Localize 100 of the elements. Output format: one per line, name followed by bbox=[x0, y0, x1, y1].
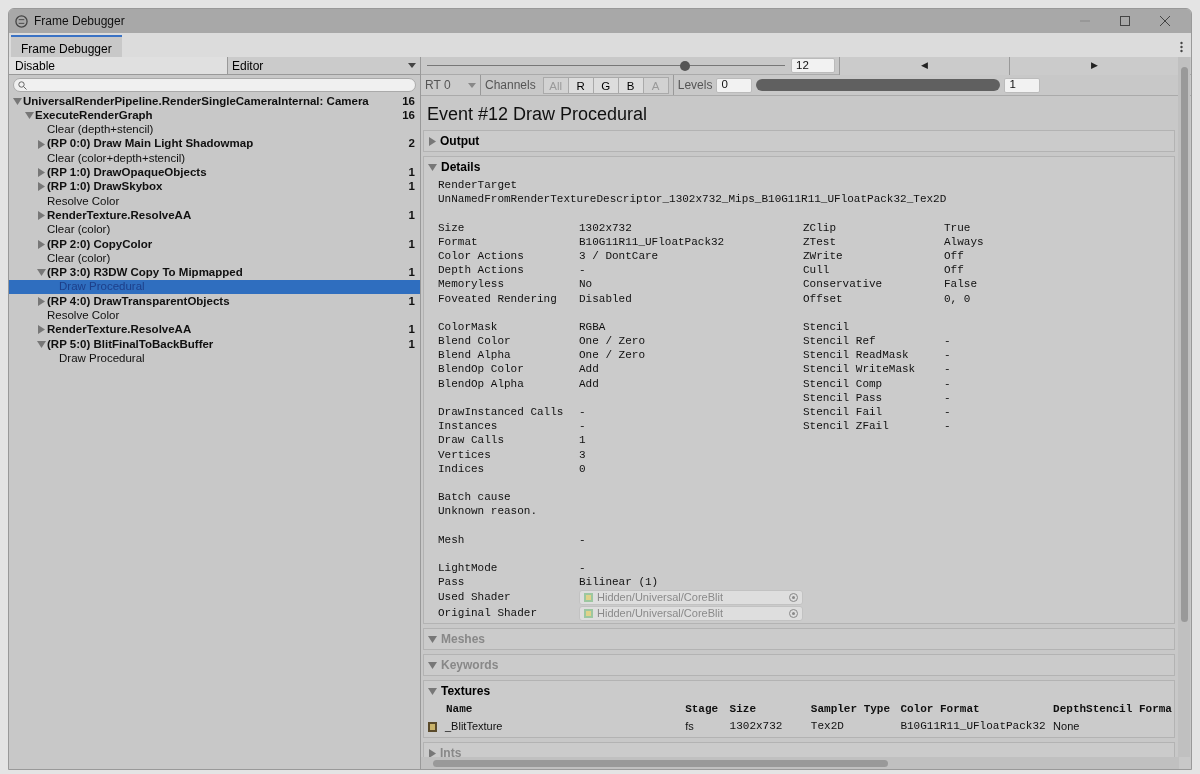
detail-text: Unknown reason. bbox=[438, 504, 538, 519]
tree-item[interactable]: RenderTexture.ResolveAA 1 bbox=[9, 322, 420, 338]
channel-toggle[interactable]: B bbox=[617, 76, 644, 94]
expanded-arrow-icon[interactable] bbox=[36, 340, 46, 348]
collapsed-arrow-icon bbox=[429, 748, 436, 757]
tree-item[interactable]: (RP 0:0) Draw Main Light Shadowmap 2 bbox=[9, 136, 420, 152]
detail-value: One / Zero bbox=[579, 348, 645, 363]
detail-value: 0, 0 bbox=[944, 291, 971, 306]
detail-value: - bbox=[944, 405, 951, 420]
detail-value: Off bbox=[944, 248, 964, 264]
tree-item[interactable]: UniversalRenderPipeline.RenderSingleCameraInternal: Camera 16 bbox=[9, 94, 420, 109]
tree-item[interactable]: Draw Procedural bbox=[9, 351, 420, 366]
detail-value: 3 bbox=[579, 447, 586, 462]
tree-item[interactable]: (RP 3:0) R3DW Copy To Mipmapped 1 bbox=[9, 265, 420, 280]
app-icon bbox=[15, 14, 28, 28]
detail-label: Used Shader bbox=[438, 590, 512, 605]
tree-item[interactable]: Clear (depth+stencil) bbox=[9, 122, 420, 137]
more-icon[interactable] bbox=[1180, 41, 1183, 53]
vertical-scrollbar[interactable] bbox=[1178, 57, 1190, 757]
column-header: Color Format bbox=[899, 702, 981, 718]
detail-value: UnNamedFromRenderTextureDescriptor_1302x732_Mips_B10G11R11_UFloatPack32_Tex2D bbox=[438, 193, 947, 206]
event-number-field[interactable]: 12 bbox=[791, 58, 835, 73]
tree-item[interactable]: ExecuteRenderGraph 16 bbox=[9, 108, 420, 123]
collapsed-arrow-icon[interactable] bbox=[37, 211, 45, 220]
detail-label: Memoryless bbox=[438, 277, 505, 292]
column-header: DepthStencil Forma bbox=[1052, 702, 1173, 718]
tree-item[interactable]: Clear (color+depth+stencil) bbox=[9, 151, 420, 166]
channels-label: Channels bbox=[484, 77, 537, 94]
tree-item[interactable]: (RP 1:0) DrawOpaqueObjects 1 bbox=[9, 165, 420, 180]
caret-icon bbox=[468, 82, 476, 88]
tree-item[interactable]: (RP 5:0) BlitFinalToBackBuffer 1 bbox=[9, 337, 420, 352]
expanded-arrow-icon[interactable] bbox=[36, 269, 46, 277]
detail-label: ColorMask bbox=[438, 319, 499, 335]
collapsed-arrow-icon[interactable] bbox=[37, 325, 45, 335]
tree-item[interactable]: (RP 4:0) DrawTransparentObjects 1 bbox=[9, 294, 420, 309]
detail-text: Stencil bbox=[803, 319, 850, 335]
table-cell-text: B10G11R11_UFloatPack32 bbox=[899, 718, 1047, 734]
shader-icon bbox=[584, 608, 593, 618]
column-header: Size bbox=[728, 702, 757, 718]
tree-item[interactable]: (RP 2:0) CopyColor 1 bbox=[9, 236, 420, 252]
collapsed-arrow-icon[interactable] bbox=[37, 239, 45, 249]
tree-item[interactable]: Clear (color) bbox=[9, 222, 420, 237]
detail-label: Format bbox=[438, 234, 479, 249]
tree-item[interactable]: (RP 1:0) DrawSkybox 1 bbox=[9, 179, 420, 195]
detail-label: LightMode bbox=[438, 561, 499, 576]
texture-icon bbox=[428, 722, 437, 733]
detail-label: Stencil ZFail bbox=[803, 419, 890, 434]
toggle-button[interactable]: Disable bbox=[9, 57, 228, 74]
section-header[interactable]: Details bbox=[424, 157, 1174, 177]
detail-label: BlendOp Alpha bbox=[438, 376, 525, 391]
tree-item[interactable]: Resolve Color bbox=[9, 308, 420, 323]
collapsed-arrow-icon[interactable] bbox=[37, 296, 45, 306]
maximize-icon bbox=[1120, 16, 1130, 26]
detail-text: Batch cause bbox=[438, 490, 511, 505]
detail-value: - bbox=[944, 376, 951, 391]
detail-value: Add bbox=[579, 362, 599, 377]
detail-label: Depth Actions bbox=[438, 263, 525, 278]
tree-item[interactable]: RenderTexture.ResolveAA 1 bbox=[9, 208, 420, 223]
levels-max-field[interactable]: 1 bbox=[1004, 77, 1041, 93]
detail-value: - bbox=[579, 263, 586, 278]
table-cell-text: 1302x732 bbox=[728, 718, 784, 734]
tab[interactable]: Frame Debugger bbox=[11, 35, 122, 57]
detail-value: False bbox=[944, 277, 977, 292]
section-header[interactable]: Output bbox=[424, 131, 1174, 151]
tree-item[interactable]: Clear (color) bbox=[9, 251, 420, 266]
channel-toggle[interactable]: R bbox=[567, 76, 594, 94]
detail-label: BlendOp Color bbox=[438, 362, 525, 377]
detail-label: Stencil Comp bbox=[803, 376, 884, 391]
detail-label: Cull bbox=[803, 263, 831, 278]
table-cell-text: fs bbox=[684, 718, 695, 734]
detail-value: - bbox=[944, 334, 951, 349]
detail-label: Mesh bbox=[438, 532, 466, 547]
detail-value: Bilinear (1) bbox=[579, 575, 659, 590]
detail-label: Offset bbox=[803, 291, 844, 306]
horizontal-scrollbar[interactable] bbox=[421, 757, 1179, 769]
table-cell: _BlitTexture bbox=[426, 717, 684, 735]
collapsed-arrow-icon[interactable] bbox=[37, 139, 45, 149]
column-header: Stage bbox=[684, 702, 720, 718]
detail-value: 3 / DontCare bbox=[579, 248, 659, 264]
detail-label: Blend Color bbox=[438, 334, 512, 349]
detail-value: B10G11R11_UFloatPack32 bbox=[579, 234, 725, 249]
detail-label: DrawInstanced Calls bbox=[438, 405, 565, 420]
detail-label: Color Actions bbox=[438, 248, 525, 264]
detail-label: Indices bbox=[438, 461, 486, 476]
detail-label: ZWrite bbox=[803, 248, 844, 264]
close-icon bbox=[1160, 16, 1170, 26]
detail-label: Blend Alpha bbox=[438, 348, 512, 363]
search-field[interactable] bbox=[13, 78, 416, 92]
section-header[interactable]: Textures bbox=[424, 681, 1174, 702]
detail-label: Original Shader bbox=[438, 606, 539, 621]
channel-toggle[interactable]: G bbox=[592, 76, 619, 94]
detail-label: RenderTarget bbox=[438, 179, 518, 191]
tree-item[interactable]: Resolve Color bbox=[9, 194, 420, 209]
detail-label: Foveated Rendering bbox=[438, 291, 558, 306]
detail-value: Add bbox=[579, 376, 599, 391]
levels-min-field[interactable]: 0 bbox=[716, 77, 753, 93]
collapsed-arrow-icon bbox=[429, 136, 436, 146]
detail-value: - bbox=[944, 348, 951, 363]
detail-value: - bbox=[579, 561, 586, 576]
caret-icon bbox=[408, 63, 416, 68]
